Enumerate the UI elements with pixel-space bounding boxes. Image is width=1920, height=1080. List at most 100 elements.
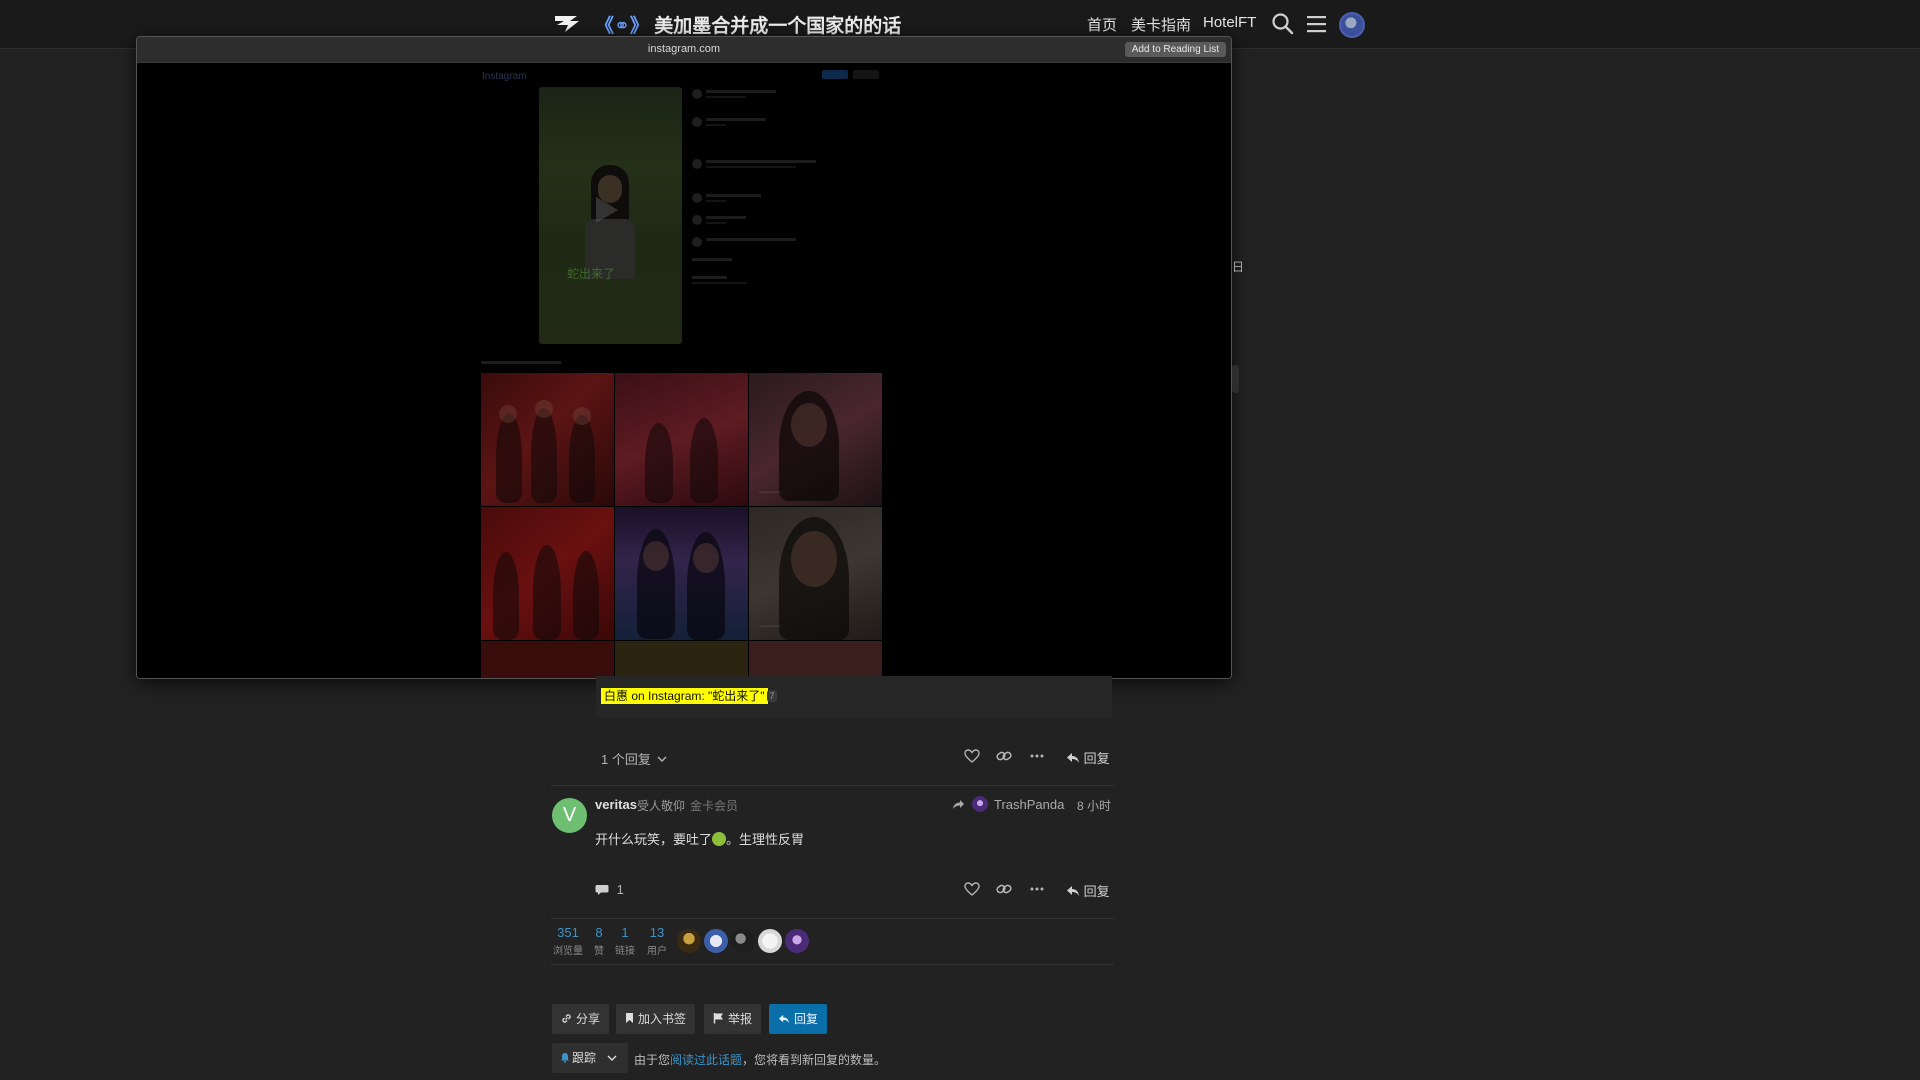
instagram-post-grid: —— —— [481,373,882,678]
participant-avatar[interactable] [785,929,809,953]
ig-grid-tile [615,373,748,506]
stats-divider [551,964,1114,965]
add-to-reading-list-button[interactable]: Add to Reading List [1124,42,1226,57]
read-topic-link[interactable]: 阅读过此话题 [670,1053,742,1067]
stat-links-label: 链接 [615,946,635,957]
reply-arrow-icon [778,1014,790,1024]
topic-emoji: 《⚭》 [595,16,649,37]
stat-users-label: 用户 [647,946,667,957]
user-avatar[interactable]: V [552,798,587,833]
ig-login-button [822,70,848,79]
topic-title[interactable]: 《⚭》 美加墨合并成一个国家的的话 [595,11,901,38]
participant-avatar[interactable] [758,929,782,953]
ig-grid-tile [749,641,882,678]
tracking-label: 跟踪 [572,1051,597,1065]
chevron-down-icon [607,1055,617,1061]
link-preview-window: instagram.com Add to Reading List Instag… [136,36,1232,679]
reply-label: 回复 [1083,884,1110,899]
stat-views-label: 浏览量 [553,946,583,957]
post-text-after: 。生理性反胃 [726,832,805,847]
reply-button[interactable]: 回复 [1066,881,1110,900]
hamburger-menu-icon[interactable] [1306,14,1328,34]
stat-likes: 8 赞 [590,925,608,957]
nav-hotelft[interactable]: HotelFT [1203,14,1256,31]
bookmark-button[interactable]: 加入书签 [616,1004,696,1034]
post-username[interactable]: veritas [595,797,637,812]
timeline-date-fragment: 日 [1232,260,1245,274]
stat-views-number: 351 [557,925,579,940]
more-actions-icon[interactable] [1030,882,1044,896]
share-button[interactable]: 分享 [552,1004,610,1034]
instagram-onebox-link[interactable]: 白惠 on Instagram: "蛇出来了" [601,688,768,704]
stat-likes-number: 8 [595,925,603,940]
stat-links-number: 1 [621,925,629,940]
nav-card-guide[interactable]: 美卡指南 [1131,14,1191,35]
participant-avatar[interactable] [731,929,755,953]
reply-button[interactable]: 回复 [1066,748,1110,767]
tracking-description: 由于您阅读过此话题，您将看到新回复的数量。 [634,1051,886,1068]
ig-more-posts-label [481,361,561,364]
comment-bubble-icon [595,884,609,896]
reply-topic-label: 回复 [794,1012,819,1026]
post-text-before: 开什么玩笑，要吐了 [595,832,713,847]
play-icon [596,197,618,223]
bookmark-icon [625,1012,634,1024]
participant-avatar[interactable] [677,929,701,953]
post-content: 开什么玩笑，要吐了 。生理性反胃 [595,829,804,848]
stat-links[interactable]: 1 链接 [614,925,636,957]
reply-count: 1 [616,882,624,897]
reply-to-tab[interactable]: TrashPanda [952,796,1064,812]
timeline-scroll-handle[interactable] [1232,365,1239,393]
link-icon [561,1013,572,1024]
post-timestamp[interactable]: 8 小时 [1077,797,1111,814]
stat-users: 13 用户 [644,925,670,957]
user-title: 受人敬仰 [637,799,686,813]
like-heart-icon[interactable] [964,882,980,896]
click-count-badge: 7 [767,690,777,702]
ig-grid-tile: —— [749,507,882,640]
bookmark-label: 加入书签 [638,1012,687,1026]
stat-users-number: 13 [649,925,665,940]
show-replies-toggle[interactable]: 1 个回复 [601,749,667,768]
notification-tracking-dropdown[interactable]: 跟踪 [552,1043,628,1073]
bell-icon [560,1052,570,1063]
copy-link-icon[interactable] [996,749,1012,763]
reply-to-avatar [971,796,988,812]
ig-grid-tile [481,373,614,506]
flag-button[interactable]: 举报 [704,1004,762,1034]
ig-grid-tile: —— [749,373,882,506]
stat-likes-label: 赞 [594,946,604,957]
nav-home[interactable]: 首页 [1087,14,1117,35]
user-group-flair: 金卡会员 [690,799,739,813]
participant-avatar[interactable] [704,929,728,953]
replies-count-button[interactable]: 1 [595,882,624,897]
flag-icon [713,1012,724,1024]
like-heart-icon[interactable] [964,749,980,763]
more-actions-icon[interactable] [1030,749,1044,763]
tracking-note-suffix: ，您将看到新回复的数量。 [742,1053,887,1067]
reply-label: 回复 [1083,751,1110,766]
site-logo[interactable] [553,13,581,35]
instagram-comments [692,89,842,334]
share-arrow-icon [952,799,965,810]
reply-topic-button[interactable]: 回复 [769,1004,828,1034]
ig-grid-tile [615,641,748,678]
current-user-avatar[interactable] [1339,12,1365,38]
instagram-page-preview: Instagram 蛇出来了 —— —— [137,63,1231,678]
tracking-note-prefix: 由于您 [634,1053,671,1067]
reply-to-username: TrashPanda [994,797,1065,812]
instagram-logo: Instagram [482,71,527,82]
search-icon[interactable] [1271,12,1294,35]
flag-label: 举报 [728,1012,753,1026]
ig-grid-tile [615,507,748,640]
copy-link-icon[interactable] [996,882,1012,896]
video-caption: 蛇出来了 [567,267,616,281]
nauseated-face-icon [712,832,727,846]
topic-title-text: 美加墨合并成一个国家的的话 [654,16,902,37]
replies-count-label: 1 个回复 [601,752,651,767]
stat-views: 351 浏览量 [552,925,584,957]
share-label: 分享 [576,1012,601,1026]
ig-signup-button [853,70,879,79]
preview-toolbar: instagram.com Add to Reading List [137,37,1231,63]
post-divider [551,918,1114,919]
